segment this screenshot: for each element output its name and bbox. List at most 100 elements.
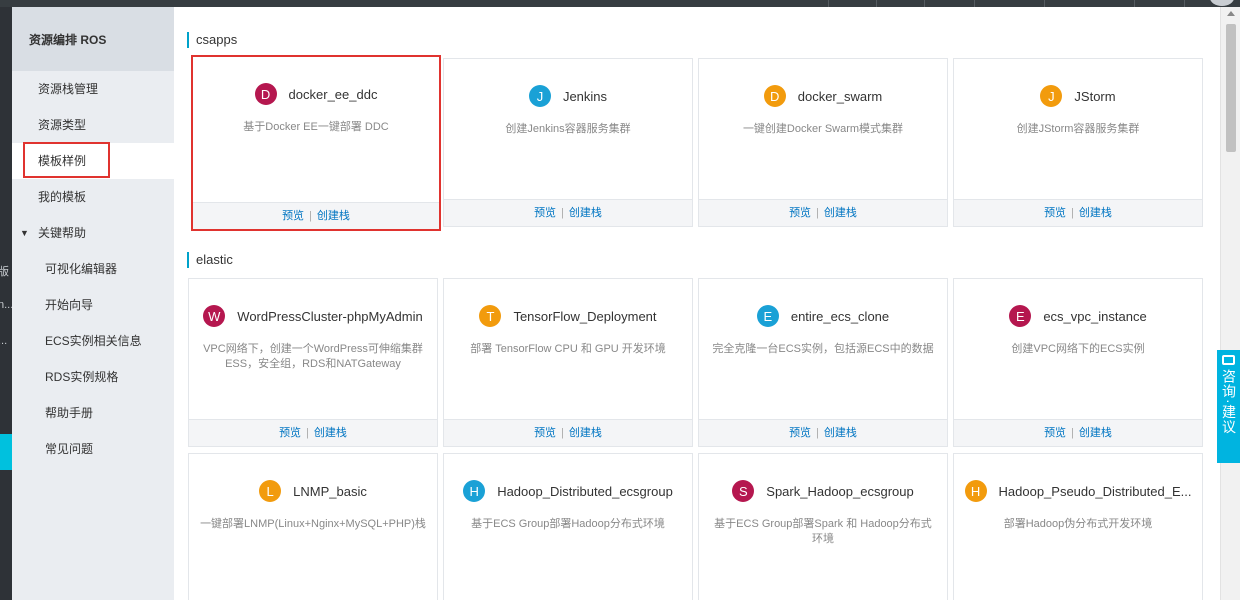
create-stack-link[interactable]: 创建栈 [314, 427, 347, 439]
template-description: 基于Docker EE一键部署 DDC [243, 121, 389, 133]
template-letter-icon: E [756, 305, 779, 327]
template-letter-icon: H [463, 480, 486, 502]
sidebar-subitem-getting-started[interactable]: 开始向导 [12, 287, 174, 323]
sidebar-item-my-templates[interactable]: 我的模板 [12, 179, 174, 215]
template-card[interactable]: Eecs_vpc_instance 创建VPC网络下的ECS实例 预览 | 创建栈 [953, 278, 1203, 447]
card-actions: 预览 | 创建栈 [954, 419, 1202, 446]
global-nav-fragment[interactable]: ... [0, 335, 7, 347]
preview-link[interactable]: 预览 [1044, 427, 1066, 439]
preview-link[interactable]: 预览 [282, 210, 304, 222]
card-header: W WordPressCluster-phpMyAdmin [189, 305, 437, 327]
template-letter-icon: S [732, 480, 755, 502]
card-header: T TensorFlow_Deployment [444, 305, 692, 327]
template-letter-icon: L [259, 480, 282, 502]
sidebar-subitem-visual-editor[interactable]: 可视化编辑器 [12, 251, 174, 287]
preview-link[interactable]: 预览 [534, 207, 556, 219]
divider: | [1071, 207, 1074, 219]
sidebar-subitem-help-manual[interactable]: 帮助手册 [12, 395, 174, 431]
chat-bubble-icon [1222, 355, 1235, 365]
top-nav-divider [1044, 0, 1045, 7]
template-name: TensorFlow_Deployment [513, 308, 657, 324]
template-card[interactable]: J JStorm 创建JStorm容器服务集群 预览 | 创建栈 [953, 58, 1203, 227]
template-description: 基于ECS Group部署Spark 和 Hadoop分布式环境 [714, 518, 932, 545]
preview-link[interactable]: 预览 [789, 427, 811, 439]
sidebar-item-label: 常见问题 [45, 442, 94, 456]
template-card[interactable]: Eentire_ecs_clone 完全克隆一台ECS实例，包括源ECS中的数据… [698, 278, 948, 447]
template-description: 基于ECS Group部署Hadoop分布式环境 [471, 518, 665, 530]
template-card[interactable]: S Spark_Hadoop_ecsgroup 基于ECS Group部署Spar… [698, 453, 948, 600]
vertical-scrollbar[interactable] [1220, 7, 1240, 600]
template-card[interactable]: H Hadoop_Distributed_ecsgroup 基于ECS Group… [443, 453, 693, 600]
template-name: Hadoop_Pseudo_Distributed_E... [998, 483, 1192, 499]
template-name: Hadoop_Distributed_ecsgroup [497, 483, 673, 499]
template-description: 创建VPC网络下的ECS实例 [1011, 343, 1145, 355]
sidebar-item-template-samples[interactable]: 模板样例 [12, 142, 174, 179]
create-stack-link[interactable]: 创建栈 [1079, 427, 1112, 439]
highlight-box [23, 142, 110, 178]
card-header: H Hadoop_Pseudo_Distributed_E... [954, 480, 1202, 502]
template-letter-icon: W [203, 305, 226, 327]
create-stack-link[interactable]: 创建栈 [569, 207, 602, 219]
divider: | [816, 207, 819, 219]
preview-link[interactable]: 预览 [789, 207, 811, 219]
avatar[interactable] [1210, 0, 1234, 6]
global-nav-fragment[interactable]: n... [0, 299, 12, 311]
scrollbar-thumb[interactable] [1226, 24, 1236, 152]
consult-feedback-button[interactable]: 咨询·建议 [1217, 350, 1240, 463]
caret-down-icon: ▼ [20, 228, 29, 238]
sidebar-item-resource-types[interactable]: 资源类型 [12, 107, 174, 143]
sidebar-item-label: 可视化编辑器 [45, 262, 118, 276]
card-actions: 预览 | 创建栈 [699, 419, 947, 446]
card-header: Eentire_ecs_clone [699, 305, 947, 327]
card-actions: 预览 | 创建栈 [444, 419, 692, 446]
section-title-elastic: elastic [187, 252, 233, 268]
card-header: Ddocker_ee_ddc [193, 83, 439, 105]
divider: | [816, 427, 819, 439]
sidebar-item-label: 开始向导 [45, 298, 94, 312]
top-nav-divider [924, 0, 925, 7]
card-actions: 预览 | 创建栈 [954, 199, 1202, 226]
create-stack-link[interactable]: 创建栈 [824, 207, 857, 219]
template-name: Jenkins [562, 88, 608, 104]
create-stack-link[interactable]: 创建栈 [569, 427, 602, 439]
create-stack-link[interactable]: 创建栈 [1079, 207, 1112, 219]
template-card[interactable]: W WordPressCluster-phpMyAdmin VPC网络下，创建一个… [188, 278, 438, 447]
preview-link[interactable]: 预览 [534, 427, 556, 439]
template-letter-icon: E [1009, 305, 1032, 327]
sidebar-header: 资源编排 ROS [12, 7, 174, 71]
preview-link[interactable]: 预览 [279, 427, 301, 439]
card-header: J JStorm [954, 85, 1202, 107]
sidebar-subitem-rds-specs[interactable]: RDS实例规格 [12, 359, 174, 395]
template-card[interactable]: J Jenkins 创建Jenkins容器服务集群 预览 | 创建栈 [443, 58, 693, 227]
preview-link[interactable]: 预览 [1044, 207, 1066, 219]
template-card[interactable]: T TensorFlow_Deployment 部署 TensorFlow CPU… [443, 278, 693, 447]
template-card[interactable]: Ddocker_swarm 一键创建Docker Swarm模式集群 预览 | 创建… [698, 58, 948, 227]
divider: | [561, 207, 564, 219]
scroll-up-arrow-icon[interactable] [1227, 11, 1235, 16]
template-description: 一键创建Docker Swarm模式集群 [742, 123, 904, 135]
sidebar-item-label: ECS实例相关信息 [45, 334, 142, 348]
sidebar-subitem-ecs-info[interactable]: ECS实例相关信息 [12, 323, 174, 359]
template-card[interactable]: L LNMP_basic 一键部署LNMP(Linux+Nginx+MySQL+P… [188, 453, 438, 600]
sidebar-item-label: 资源类型 [38, 118, 87, 132]
sidebar-item-label: 帮助手册 [45, 406, 94, 420]
create-stack-link[interactable]: 创建栈 [824, 427, 857, 439]
template-description: VPC网络下，创建一个WordPress可伸缩集群 ESS，安全组，RDS和NA… [203, 343, 423, 370]
sidebar-group-key-help[interactable]: ▼ 关键帮助 [12, 215, 174, 251]
template-name: LNMP_basic [293, 483, 367, 499]
template-card[interactable]: Ddocker_ee_ddc 基于Docker EE一键部署 DDC 预览 | 创建… [191, 55, 441, 231]
template-name: Spark_Hadoop_ecsgroup [766, 483, 914, 499]
template-name: WordPressCluster-phpMyAdmin [237, 308, 423, 324]
template-card[interactable]: H Hadoop_Pseudo_Distributed_E... 部署Hadoop… [953, 453, 1203, 600]
create-stack-link[interactable]: 创建栈 [317, 210, 350, 222]
sidebar-item-stack-management[interactable]: 资源栈管理 [12, 71, 174, 107]
global-nav-strip: 版 n... ... [0, 7, 12, 600]
global-nav-fragment[interactable]: 版 [0, 263, 9, 279]
sidebar-subitem-faq[interactable]: 常见问题 [12, 431, 174, 467]
template-description: 完全克隆一台ECS实例，包括源ECS中的数据 [712, 343, 934, 355]
template-name: entire_ecs_clone [790, 308, 890, 324]
sidebar-item-label: 我的模板 [38, 190, 87, 204]
card-actions: 预览 | 创建栈 [193, 202, 439, 229]
template-letter-icon: H [964, 480, 987, 502]
top-nav-divider [876, 0, 877, 7]
